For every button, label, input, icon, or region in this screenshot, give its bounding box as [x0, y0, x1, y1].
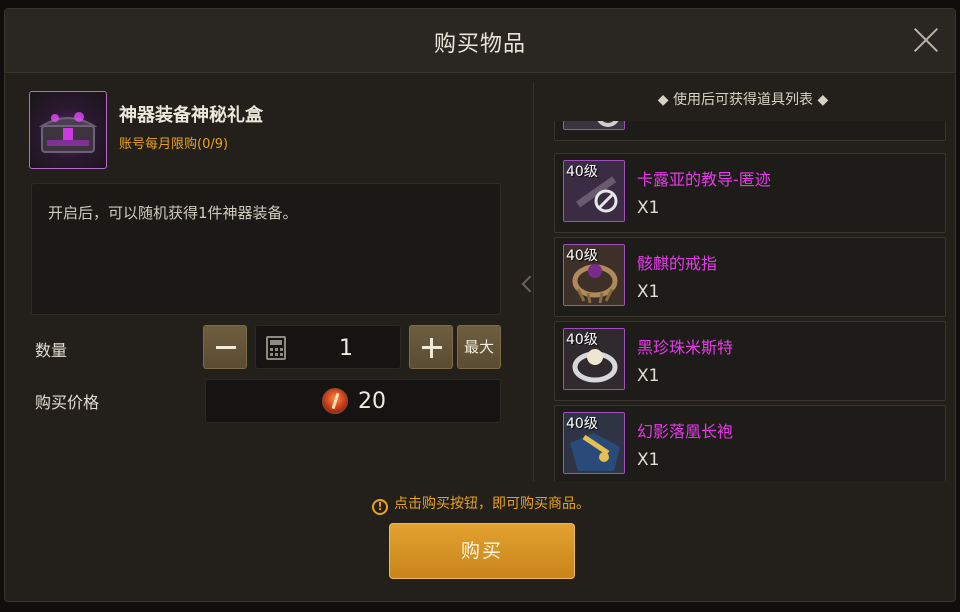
quantity-label: 数量 — [35, 341, 68, 360]
title-bar: 购买物品 — [5, 9, 955, 73]
pearl-ring-icon: 40级 — [563, 328, 625, 390]
price-label: 购买价格 — [35, 393, 100, 412]
purchase-notice: ! 点击购买按钮，即可购买商品。 — [5, 493, 957, 515]
quantity-input[interactable]: 1 — [255, 325, 401, 369]
reward-quantity: X1 — [637, 121, 659, 126]
reward-name: 卡露亚的教导-匿迹 — [637, 170, 771, 189]
robe-icon: 40级 — [563, 412, 625, 474]
reward-quantity: X1 — [637, 282, 660, 302]
chest-icon — [39, 112, 97, 153]
level-badge: 40级 — [566, 164, 598, 180]
reward-quantity: X1 — [637, 198, 660, 218]
reward-name: 黑珍珠米斯特 — [637, 338, 734, 357]
reward-item[interactable]: 40级 幻影落凰长袍 X1 — [554, 405, 946, 481]
level-badge: 40级 — [566, 416, 598, 432]
item-description: 开启后，可以随机获得1件神器装备。 — [48, 204, 298, 222]
currency-icon — [322, 388, 348, 414]
quantity-value: 1 — [339, 336, 353, 361]
item-name: 神器装备神秘礼盒 — [119, 105, 263, 126]
reward-item[interactable]: 40级 骸麒的戒指 X1 — [554, 237, 946, 317]
price-display: 20 — [205, 379, 501, 423]
level-badge: 40级 — [566, 248, 598, 264]
buy-button[interactable]: 购买 — [389, 523, 575, 579]
reward-item-icon — [563, 121, 625, 130]
item-detail-panel: 神器装备神秘礼盒 账号每月限购(0/9) 开启后，可以随机获得1件神器装备。 数… — [25, 83, 505, 481]
level-badge: 40级 — [566, 332, 598, 348]
purchase-dialog: 购买物品 神器装备神秘礼盒 账号每月限购(0/9) 开启后，可以随机获得1件神器… — [4, 8, 956, 602]
reward-list[interactable]: X1 40级 卡露亚的教导-匿迹 X1 40级 骸麒的戒指 X1 — [548, 121, 948, 481]
price-value: 20 — [358, 389, 386, 414]
purchase-limit: 账号每月限购(0/9) — [119, 137, 229, 152]
reward-list-panel: ◆ 使用后可获得道具列表 ◆ X1 40级 卡露亚的教导-匿迹 X1 40级 — [533, 83, 951, 481]
dagger-icon: 40级 — [563, 160, 625, 222]
increase-quantity-button[interactable] — [409, 325, 453, 369]
reward-quantity: X1 — [637, 450, 660, 470]
max-quantity-button[interactable]: 最大 — [457, 325, 501, 369]
warning-icon: ! — [372, 499, 388, 515]
reward-quantity: X1 — [637, 366, 660, 386]
chevron-left-icon — [520, 269, 534, 299]
mystery-box-icon — [29, 91, 107, 169]
close-button[interactable] — [911, 25, 941, 55]
decrease-quantity-button[interactable] — [203, 325, 247, 369]
reward-item[interactable]: X1 — [554, 121, 946, 141]
reward-item[interactable]: 40级 黑珍珠米斯特 X1 — [554, 321, 946, 401]
description-box: 开启后，可以随机获得1件神器装备。 — [31, 183, 501, 315]
reward-name: 幻影落凰长袍 — [637, 422, 734, 441]
notice-text: 点击购买按钮，即可购买商品。 — [394, 496, 590, 512]
dialog-title: 购买物品 — [433, 32, 526, 57]
reward-list-header: ◆ 使用后可获得道具列表 ◆ — [657, 92, 829, 108]
reward-name: 骸麒的戒指 — [637, 254, 718, 273]
ring-icon: 40级 — [563, 244, 625, 306]
calculator-icon[interactable] — [266, 336, 286, 360]
reward-item[interactable]: 40级 卡露亚的教导-匿迹 X1 — [554, 153, 946, 233]
